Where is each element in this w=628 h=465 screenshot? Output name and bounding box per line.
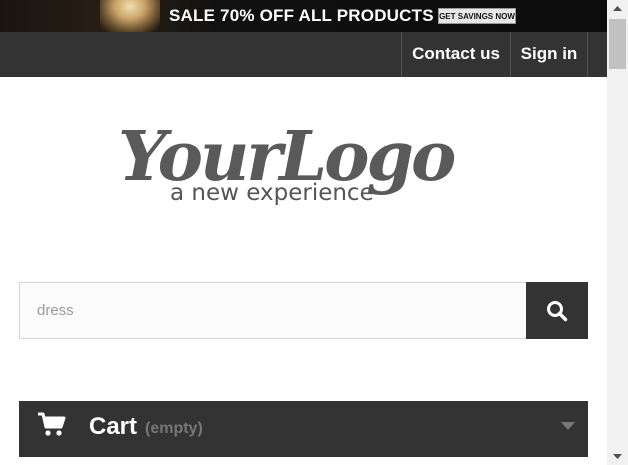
cart-label: Cart <box>89 413 138 440</box>
promo-banner[interactable]: SALE 70% OFF ALL PRODUCTS GET SAVINGS NO… <box>0 0 607 32</box>
arrow-down-icon <box>613 454 622 459</box>
search-form <box>19 282 588 339</box>
get-savings-button[interactable]: GET SAVINGS NOW <box>438 8 516 24</box>
arrow-up-icon <box>613 6 622 11</box>
sign-in-link[interactable]: Sign in <box>510 32 588 77</box>
cart-block[interactable]: Cart (empty) <box>19 401 588 457</box>
chevron-down-icon[interactable] <box>561 422 575 430</box>
search-input[interactable] <box>19 282 527 339</box>
promo-model-image <box>100 0 160 32</box>
vertical-scrollbar[interactable] <box>607 0 628 465</box>
promo-text: SALE 70% OFF ALL PRODUCTS <box>169 6 434 25</box>
search-icon <box>547 300 568 321</box>
scroll-up-button[interactable] <box>607 0 628 17</box>
top-nav-bar: Contact us Sign in <box>0 32 607 77</box>
cart-status: (empty) <box>145 420 203 437</box>
store-logo[interactable]: YourLogo a new experience <box>118 108 468 208</box>
contact-us-link[interactable]: Contact us <box>401 32 510 77</box>
search-button[interactable] <box>526 282 588 339</box>
shopping-cart-icon <box>38 412 66 436</box>
scrollbar-thumb[interactable] <box>609 19 626 69</box>
logo-tagline: a new experience <box>170 180 374 206</box>
logo-graphic: YourLogo a new experience <box>118 117 458 206</box>
scroll-down-button[interactable] <box>607 448 628 465</box>
